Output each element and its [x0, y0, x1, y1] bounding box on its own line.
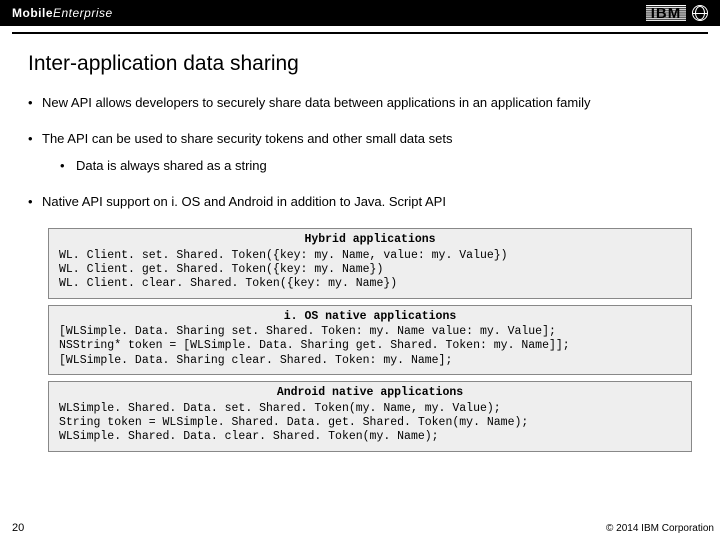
brand: MobileEnterprise: [12, 6, 113, 20]
code-line: WLSimple. Shared. Data. set. Shared. Tok…: [59, 402, 681, 416]
code-line: NSString* token = [WLSimple. Data. Shari…: [59, 339, 681, 353]
code-line: [WLSimple. Data. Sharing clear. Shared. …: [59, 354, 681, 368]
code-hybrid: Hybrid applications WL. Client. set. Sha…: [48, 228, 692, 299]
brand-prefix: Mobile: [12, 6, 53, 20]
code-line: WL. Client. clear. Shared. Token({key: m…: [59, 277, 681, 291]
bullet-2-text: The API can be used to share security to…: [42, 131, 452, 146]
code-android-title: Android native applications: [59, 386, 681, 400]
code-line: WL. Client. get. Shared. Token({key: my.…: [59, 263, 681, 277]
code-line: WL. Client. set. Shared. Token({key: my.…: [59, 249, 681, 263]
page-number: 20: [12, 522, 24, 534]
bullet-list: New API allows developers to securely sh…: [28, 94, 692, 210]
ibm-logo-icon: IBM: [646, 5, 686, 21]
page-title: Inter-application data sharing: [28, 52, 692, 76]
code-hybrid-title: Hybrid applications: [59, 233, 681, 247]
code-ios-title: i. OS native applications: [59, 310, 681, 324]
code-ios: i. OS native applications [WLSimple. Dat…: [48, 305, 692, 376]
sub-bullet-list: Data is always shared as a string: [42, 157, 692, 175]
code-line: String token = WLSimple. Shared. Data. g…: [59, 416, 681, 430]
slide-content: Inter-application data sharing New API a…: [0, 34, 720, 452]
bullet-1: New API allows developers to securely sh…: [28, 94, 692, 112]
bullet-2: The API can be used to share security to…: [28, 130, 692, 175]
bullet-3: Native API support on i. OS and Android …: [28, 193, 692, 211]
code-line: WLSimple. Shared. Data. clear. Shared. T…: [59, 430, 681, 444]
bullet-2-sub: Data is always shared as a string: [42, 157, 692, 175]
slide-header: MobileEnterprise IBM: [0, 0, 720, 26]
code-android: Android native applications WLSimple. Sh…: [48, 381, 692, 452]
brand-suffix: Enterprise: [53, 6, 113, 20]
code-line: [WLSimple. Data. Sharing set. Shared. To…: [59, 325, 681, 339]
header-right: IBM: [646, 5, 708, 21]
copyright: © 2014 IBM Corporation: [606, 523, 714, 534]
svg-text:IBM: IBM: [651, 5, 682, 21]
globe-icon: [692, 5, 708, 21]
